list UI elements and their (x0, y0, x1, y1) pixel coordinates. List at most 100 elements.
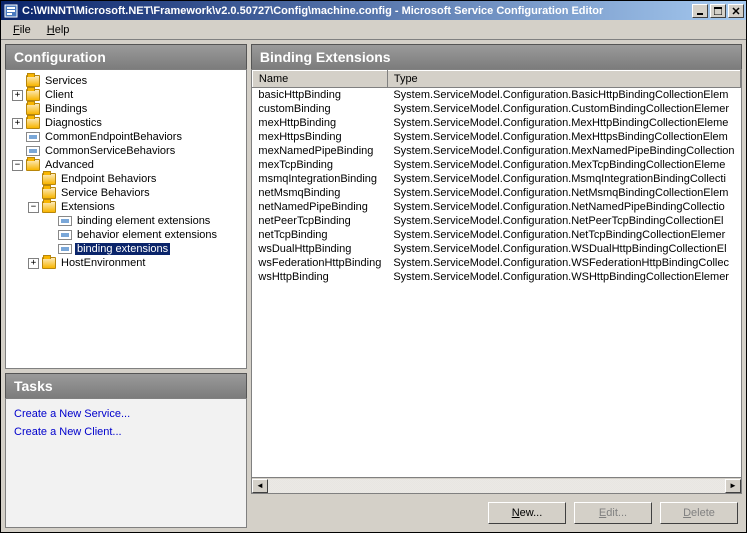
column-name[interactable]: Name (252, 71, 387, 88)
binding-extensions-header: Binding Extensions (251, 44, 742, 69)
extension-icon (58, 244, 72, 254)
cell-name: msmqIntegrationBinding (252, 172, 387, 186)
table-row[interactable]: netMsmqBindingSystem.ServiceModel.Config… (252, 186, 740, 200)
extensions-table: Name Type basicHttpBindingSystem.Service… (252, 70, 741, 284)
cell-name: customBinding (252, 102, 387, 116)
table-row[interactable]: wsFederationHttpBindingSystem.ServiceMod… (252, 256, 740, 270)
button-row: New... Edit... Delete (251, 494, 742, 528)
extension-icon (58, 230, 72, 240)
app-icon (3, 3, 19, 19)
new-button[interactable]: New... (488, 502, 566, 524)
folder-icon (42, 201, 56, 213)
table-row[interactable]: netTcpBindingSystem.ServiceModel.Configu… (252, 228, 740, 242)
expander-icon[interactable]: + (12, 90, 23, 101)
tree-binding-element-extensions[interactable]: binding element extensions (8, 214, 244, 228)
cell-type: System.ServiceModel.Configuration.MexHtt… (387, 116, 740, 130)
horizontal-scrollbar[interactable]: ◄ ► (252, 477, 741, 493)
cell-type: System.ServiceModel.Configuration.WSHttp… (387, 270, 740, 284)
cell-type: System.ServiceModel.Configuration.NetPee… (387, 214, 740, 228)
cell-type: System.ServiceModel.Configuration.MexTcp… (387, 158, 740, 172)
tree-extensions[interactable]: −Extensions (8, 200, 244, 214)
cell-type: System.ServiceModel.Configuration.Custom… (387, 102, 740, 116)
cell-name: netTcpBinding (252, 228, 387, 242)
configuration-tree: Services +Client Bindings +Diagnostics C… (5, 69, 247, 369)
table-row[interactable]: wsHttpBindingSystem.ServiceModel.Configu… (252, 270, 740, 284)
table-row[interactable]: mexNamedPipeBindingSystem.ServiceModel.C… (252, 144, 740, 158)
window-title: C:\WINNT\Microsoft.NET\Framework\v2.0.50… (22, 5, 692, 17)
table-row[interactable]: mexHttpsBindingSystem.ServiceModel.Confi… (252, 130, 740, 144)
cell-name: wsHttpBinding (252, 270, 387, 284)
folder-icon (42, 257, 56, 269)
table-row[interactable]: netNamedPipeBindingSystem.ServiceModel.C… (252, 200, 740, 214)
tree-diagnostics[interactable]: +Diagnostics (8, 116, 244, 130)
titlebar: C:\WINNT\Microsoft.NET\Framework\v2.0.50… (1, 1, 746, 20)
tasks-panel: Tasks Create a New Service... Create a N… (5, 373, 247, 528)
table-row[interactable]: mexTcpBindingSystem.ServiceModel.Configu… (252, 158, 740, 172)
cell-name: mexHttpBinding (252, 116, 387, 130)
table-row[interactable]: netPeerTcpBindingSystem.ServiceModel.Con… (252, 214, 740, 228)
cell-name: mexHttpsBinding (252, 130, 387, 144)
edit-button[interactable]: Edit... (574, 502, 652, 524)
cell-name: netMsmqBinding (252, 186, 387, 200)
tree-services[interactable]: Services (8, 74, 244, 88)
cell-type: System.ServiceModel.Configuration.NetTcp… (387, 228, 740, 242)
tree-common-endpoint[interactable]: CommonEndpointBehaviors (8, 130, 244, 144)
tree-advanced[interactable]: −Advanced (8, 158, 244, 172)
folder-icon (42, 173, 56, 185)
cell-type: System.ServiceModel.Configuration.WSDual… (387, 242, 740, 256)
cell-type: System.ServiceModel.Configuration.MexHtt… (387, 130, 740, 144)
cell-type: System.ServiceModel.Configuration.BasicH… (387, 88, 740, 103)
tree-service-behaviors[interactable]: Service Behaviors (8, 186, 244, 200)
left-pane: Configuration Services +Client Bindings … (5, 44, 247, 528)
cell-type: System.ServiceModel.Configuration.MsmqIn… (387, 172, 740, 186)
behavior-icon (26, 146, 40, 156)
cell-type: System.ServiceModel.Configuration.MexNam… (387, 144, 740, 158)
cell-name: netNamedPipeBinding (252, 200, 387, 214)
task-new-client[interactable]: Create a New Client... (14, 423, 238, 441)
scroll-left-icon[interactable]: ◄ (252, 479, 268, 493)
tree-binding-extensions[interactable]: binding extensions (8, 242, 244, 256)
tasks-header: Tasks (5, 373, 247, 398)
delete-button[interactable]: Delete (660, 502, 738, 524)
cell-type: System.ServiceModel.Configuration.WSFede… (387, 256, 740, 270)
expander-icon[interactable]: + (12, 118, 23, 129)
content-area: Configuration Services +Client Bindings … (1, 40, 746, 532)
tree-client[interactable]: +Client (8, 88, 244, 102)
cell-name: mexTcpBinding (252, 158, 387, 172)
minimize-button[interactable] (692, 4, 708, 18)
behavior-icon (26, 132, 40, 142)
tree-common-service[interactable]: CommonServiceBehaviors (8, 144, 244, 158)
cell-name: mexNamedPipeBinding (252, 144, 387, 158)
scroll-right-icon[interactable]: ► (725, 479, 741, 493)
extensions-table-container: Name Type basicHttpBindingSystem.Service… (251, 69, 742, 494)
table-row[interactable]: wsDualHttpBindingSystem.ServiceModel.Con… (252, 242, 740, 256)
table-row[interactable]: mexHttpBindingSystem.ServiceModel.Config… (252, 116, 740, 130)
folder-icon (26, 117, 40, 129)
table-row[interactable]: basicHttpBindingSystem.ServiceModel.Conf… (252, 88, 740, 103)
tree-bindings[interactable]: Bindings (8, 102, 244, 116)
table-row[interactable]: customBindingSystem.ServiceModel.Configu… (252, 102, 740, 116)
configuration-panel: Configuration Services +Client Bindings … (5, 44, 247, 369)
column-type[interactable]: Type (387, 71, 740, 88)
folder-icon (26, 75, 40, 87)
menu-file[interactable]: File (7, 22, 37, 38)
folder-icon (26, 159, 40, 171)
tree-host-environment[interactable]: +HostEnvironment (8, 256, 244, 270)
expander-icon[interactable]: − (12, 160, 23, 171)
cell-name: basicHttpBinding (252, 88, 387, 103)
scroll-track[interactable] (268, 479, 725, 493)
tree-behavior-element-extensions[interactable]: behavior element extensions (8, 228, 244, 242)
menu-help[interactable]: Help (41, 22, 76, 38)
maximize-button[interactable] (710, 4, 726, 18)
task-new-service[interactable]: Create a New Service... (14, 405, 238, 423)
folder-icon (26, 103, 40, 115)
table-row[interactable]: msmqIntegrationBindingSystem.ServiceMode… (252, 172, 740, 186)
cell-name: wsDualHttpBinding (252, 242, 387, 256)
menubar: File Help (1, 20, 746, 40)
expander-icon[interactable]: − (28, 202, 39, 213)
configuration-header: Configuration (5, 44, 247, 69)
extension-icon (58, 216, 72, 226)
close-button[interactable] (728, 4, 744, 18)
expander-icon[interactable]: + (28, 258, 39, 269)
tree-endpoint-behaviors[interactable]: Endpoint Behaviors (8, 172, 244, 186)
